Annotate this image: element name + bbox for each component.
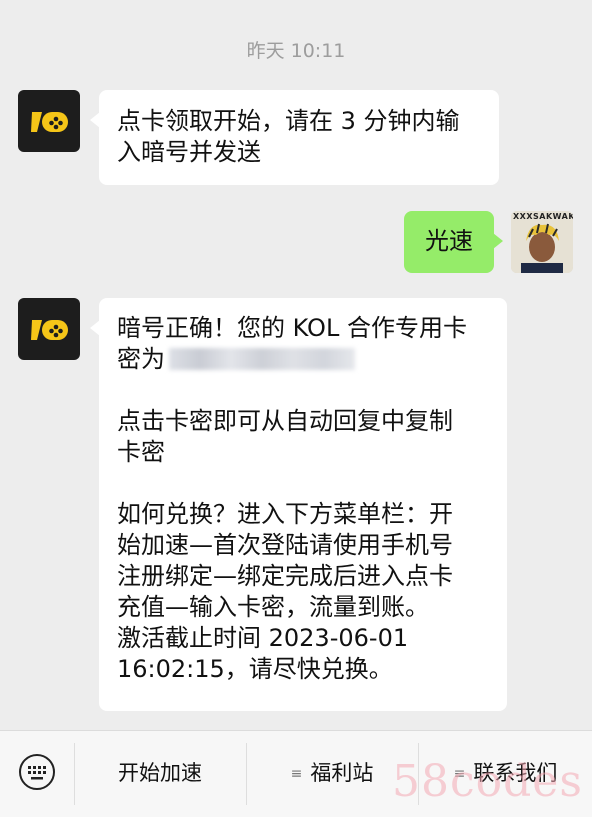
message-bubble-outgoing[interactable]: 光速 [404,211,503,273]
message-text: 光速 [425,227,473,255]
message-text-line: 16:02:15，请尽快兑换。 [117,655,393,683]
message-bubble-incoming[interactable]: 暗号正确！您的 KOL 合作专用卡 密为 点击卡密即可从自动回复中复制 卡密 如… [90,298,507,711]
menu-item-contact-us[interactable]: ≡ 联系我们 [419,731,592,817]
menu-item-welfare-station[interactable]: ≡ 福利站 [247,731,417,817]
redacted-card-code[interactable] [169,348,355,370]
message-text-line: 如何兑换？进入下方菜单栏：开 [117,500,453,528]
message-text-line: 入暗号并发送 [117,138,261,166]
message-text-fragment: 密为 [117,345,165,373]
menu-item-label: 福利站 [310,761,374,785]
user-avatar[interactable]: XXXSAKWAK [511,211,573,273]
message-text-line: 暗号正确！您的 KOL 合作专用卡 [117,314,467,342]
chat-timestamp: 昨天 10:11 [246,40,346,62]
menu-item-label: 开始加速 [118,761,202,785]
message-text-line: 激活截止时间 2023-06-01 [117,624,409,652]
avatar-caption: XXXSAKWAK [513,212,573,221]
game-controller-logo-icon [31,112,68,132]
official-account-menu-bar: 开始加速 ≡ 福利站 ≡ 联系我们 [0,730,592,817]
message-text-line: 充值—输入卡密，流量到账。 [117,593,429,621]
bot-avatar[interactable] [18,90,80,152]
game-controller-logo-icon [31,320,68,340]
message-text-line: 点卡领取开始，请在 3 分钟内输 [117,107,460,135]
message-text-line: 密为 [117,344,489,375]
message-text-line: 点击卡密即可从自动回复中复制 [117,407,453,435]
submenu-icon: ≡ [453,766,466,782]
keyboard-icon[interactable] [18,753,56,791]
bot-avatar[interactable] [18,298,80,360]
menu-item-label: 联系我们 [473,761,558,785]
message-bubble-incoming[interactable]: 点卡领取开始，请在 3 分钟内输 入暗号并发送 [90,90,499,185]
menu-item-start-boost[interactable]: 开始加速 [75,731,245,817]
message-text-line: 注册绑定—绑定完成后进入点卡 [117,562,453,590]
message-text-line: 始加速—首次登陆请使用手机号 [117,531,453,559]
message-text-line: 卡密 [117,438,165,466]
submenu-icon: ≡ [290,766,303,782]
